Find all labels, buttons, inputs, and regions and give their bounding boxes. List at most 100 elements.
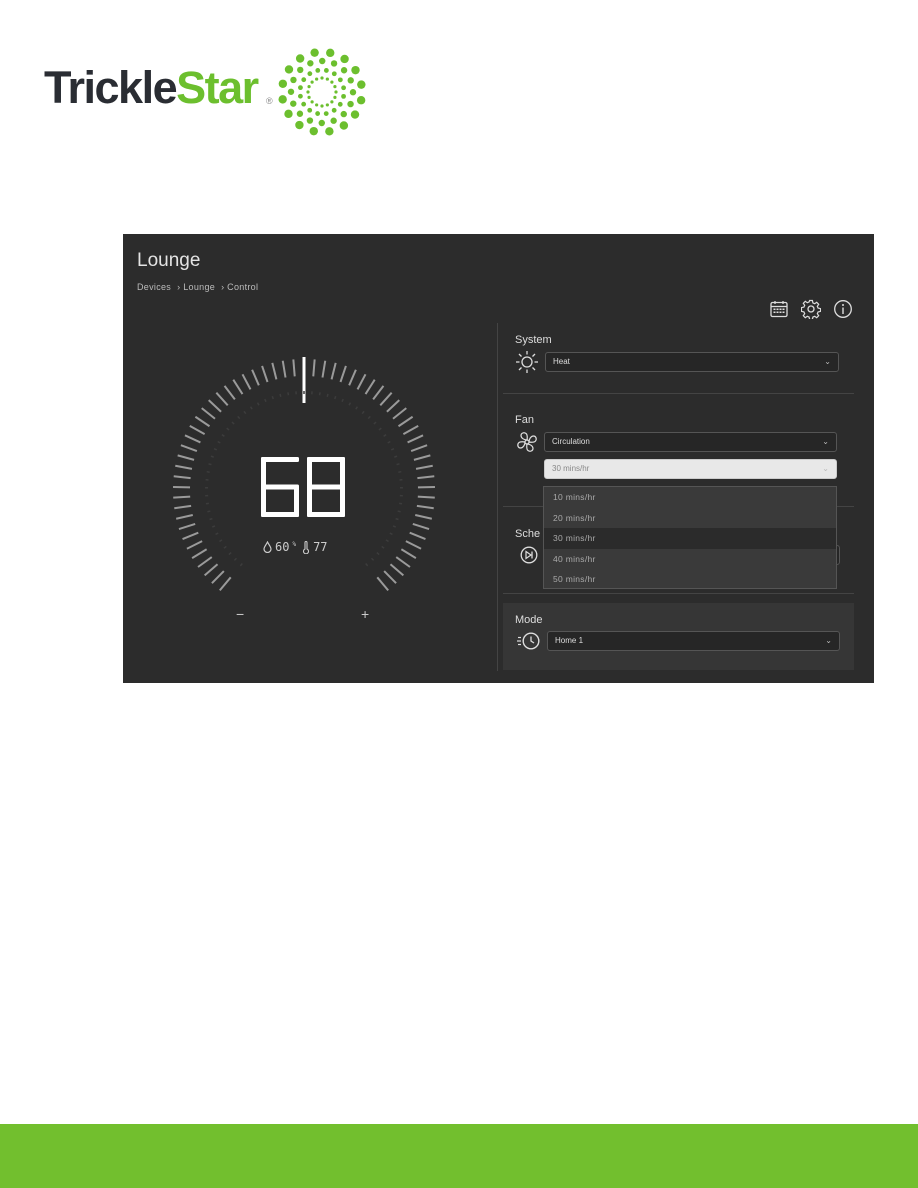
dial-tick: [417, 495, 435, 499]
fan-mode-value: Circulation: [552, 437, 590, 446]
schedule-label: Sche: [515, 528, 541, 540]
logo-dot: [347, 100, 354, 108]
dial-inner-tick: [211, 525, 216, 528]
system-label: System: [515, 334, 552, 346]
dial-tick: [211, 570, 225, 584]
dropdown-option-selected[interactable]: 30 mins/hr: [544, 528, 836, 549]
dial-inner-tick: [256, 402, 260, 406]
dropdown-option[interactable]: 40 mins/hr: [544, 549, 836, 570]
dial-inner-tick: [376, 551, 380, 556]
dial-tick: [389, 563, 405, 577]
gear-icon[interactable]: [801, 299, 821, 319]
temperature-dial[interactable]: [153, 344, 463, 644]
dropdown-option[interactable]: 20 mins/hr: [544, 508, 836, 529]
breadcrumb-lounge[interactable]: › Lounge: [177, 282, 215, 292]
dial-inner-tick: [264, 398, 267, 403]
logo-dot: [315, 68, 321, 73]
logo-dot: [306, 117, 314, 124]
divider: [503, 593, 854, 594]
logo-dot: [349, 89, 357, 96]
outdoor-temperature-value: 77: [313, 540, 328, 554]
breadcrumb: Devices › Lounge › Control: [137, 282, 264, 292]
logo-dot: [334, 90, 338, 94]
dial-inner-tick: [389, 532, 393, 536]
logo-dot: [325, 77, 329, 81]
dial-tick: [215, 391, 229, 406]
dial-tick: [208, 399, 222, 413]
fan-label: Fan: [515, 414, 534, 426]
logo-dot: [298, 93, 303, 99]
logo-dot: [295, 54, 305, 63]
dial-tick: [174, 504, 192, 510]
dial-tick: [203, 563, 219, 577]
dial-inner-tick: [392, 525, 397, 528]
dial-tick: [292, 359, 296, 377]
logo-dot: [307, 95, 311, 99]
logo-dot: [315, 77, 319, 81]
logo-dot: [357, 80, 366, 89]
calendar-icon[interactable]: [769, 299, 789, 319]
dial-tick: [232, 379, 244, 395]
dropdown-option[interactable]: 50 mins/hr: [544, 569, 836, 590]
system-select[interactable]: Heat ⌄: [545, 352, 839, 372]
dial-inner-tick: [365, 563, 369, 567]
logo-dot: [307, 71, 313, 77]
dial-tick: [197, 556, 213, 568]
dial-inner-tick: [396, 463, 400, 466]
dial-tick: [348, 369, 357, 386]
logo-dot: [310, 100, 314, 104]
mode-clock-icon: [517, 632, 540, 650]
dial-tick: [261, 365, 269, 383]
logo-dot: [325, 127, 334, 136]
chevron-down-icon: ⌄: [822, 464, 829, 473]
dial-tick: [184, 434, 201, 444]
setpoint-digit-segment: [340, 457, 345, 487]
dial-tick: [400, 548, 417, 559]
mode-select[interactable]: Home 1 ⌄: [547, 631, 840, 651]
logo-dot: [278, 95, 287, 104]
system-select-value: Heat: [553, 357, 570, 366]
dial-tick: [416, 504, 434, 510]
decrease-button[interactable]: −: [236, 606, 244, 622]
logo-dot: [284, 109, 293, 119]
logo-dot: [339, 121, 349, 130]
dial-tick: [405, 540, 422, 550]
logo-dot: [301, 77, 307, 83]
dial-tick: [415, 464, 433, 470]
dropdown-option[interactable]: 10 mins/hr: [544, 487, 836, 508]
thermostat-panel: Lounge Devices › Lounge › Control − + 60% …: [123, 234, 874, 683]
logo-dot: [356, 96, 366, 105]
dial-tick: [330, 362, 337, 380]
logo-dot: [290, 76, 297, 84]
logo-text-part2: Star: [176, 62, 259, 113]
increase-button[interactable]: +: [361, 606, 369, 622]
logo-star-icon: [278, 48, 366, 136]
mode-section: Mode Home 1 ⌄: [503, 603, 854, 670]
fan-mode-select[interactable]: Circulation ⌄: [544, 432, 837, 452]
dial-inner-tick: [341, 398, 344, 403]
dial-inner-tick: [219, 539, 223, 543]
dial-tick: [175, 464, 193, 470]
logo-dot: [296, 110, 304, 117]
logo-dot: [320, 76, 324, 80]
dial-tick: [415, 514, 433, 520]
logo-dot: [333, 95, 337, 99]
dial-tick: [173, 475, 191, 480]
dial-tick: [339, 365, 347, 383]
dial-inner-tick: [206, 470, 210, 473]
dial-tick: [219, 576, 232, 591]
dial-inner-tick: [383, 434, 387, 437]
logo-wordmark: TrickleStar: [44, 62, 259, 114]
info-icon[interactable]: [833, 299, 853, 319]
dial-tick: [281, 360, 287, 378]
logo-dot: [297, 66, 304, 74]
breadcrumb-devices[interactable]: Devices: [137, 282, 171, 292]
logo-dot: [330, 117, 337, 124]
setpoint-digit-segment: [307, 512, 345, 517]
dial-tick: [386, 399, 400, 413]
dial-tick: [194, 415, 211, 428]
dial-tick: [407, 434, 424, 444]
fan-rate-select[interactable]: 30 mins/hr ⌄: [544, 459, 837, 479]
humidity-value: 60: [275, 540, 290, 554]
dial-inner-tick: [387, 440, 391, 444]
